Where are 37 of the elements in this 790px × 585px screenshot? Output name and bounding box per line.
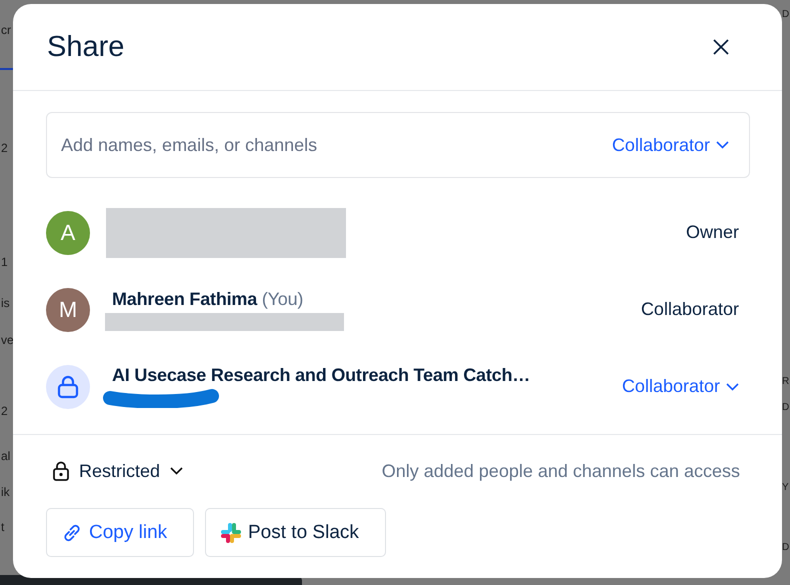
role-dropdown[interactable]: Collaborator — [612, 134, 729, 156]
tab-underline — [0, 68, 14, 70]
background-text: D — [782, 401, 790, 415]
background-text: 2 — [1, 403, 8, 420]
avatar: A — [46, 210, 90, 254]
background-text: Y — [782, 481, 789, 495]
background-text: R — [782, 375, 790, 389]
close-icon[interactable] — [712, 38, 730, 56]
lock-icon — [46, 364, 90, 408]
role-dropdown[interactable]: Collaborator — [622, 376, 739, 397]
background-text: 2 — [1, 140, 8, 157]
access-dropdown[interactable]: Restricted — [46, 460, 184, 482]
you-tag: (You) — [262, 288, 304, 308]
avatar: M — [46, 288, 90, 332]
chevron-down-icon — [716, 141, 729, 149]
dialog-title: Share — [47, 30, 124, 64]
role-label: Owner — [686, 222, 739, 243]
role-label: Collaborator — [640, 299, 739, 320]
background-text: D — [782, 8, 790, 22]
background-text: 1 — [1, 254, 8, 271]
post-to-slack-button[interactable]: Post to Slack — [205, 508, 386, 557]
background-text: ik — [1, 484, 10, 501]
access-description: Only added people and channels can access — [382, 460, 740, 482]
chevron-down-icon — [726, 382, 739, 390]
background-text: al — [1, 448, 10, 465]
invite-field[interactable]: Add names, emails, or channels Collaborator — [46, 112, 750, 178]
chevron-down-icon — [170, 467, 184, 475]
background-text: t — [1, 519, 4, 536]
background-text: is — [1, 295, 10, 312]
copy-link-button[interactable]: Copy link — [46, 508, 194, 557]
slack-icon — [220, 522, 242, 544]
background-text: cr — [1, 22, 11, 39]
lock-icon — [53, 461, 69, 481]
background-text: D — [782, 541, 790, 555]
background-text: ve — [1, 332, 14, 349]
member-name: Mahreen Fathima — [112, 288, 258, 308]
member-name: AI Usecase Research and Outreach Team Catch… — [112, 365, 530, 385]
